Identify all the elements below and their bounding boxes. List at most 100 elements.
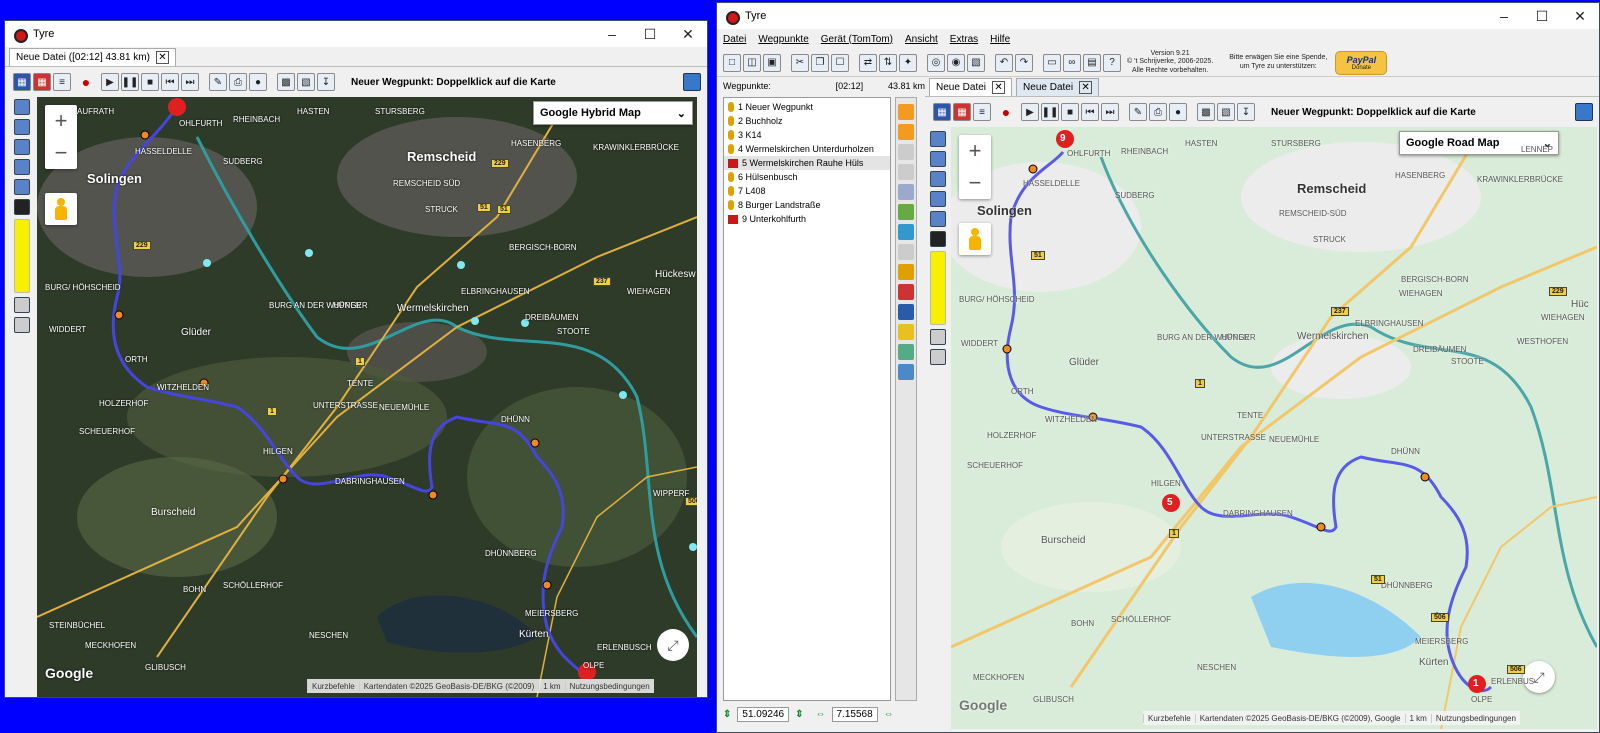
info-icon[interactable] xyxy=(14,297,30,313)
download-icon[interactable]: ↧ xyxy=(317,73,335,91)
play-icon[interactable]: ▶ xyxy=(101,73,119,91)
close-button[interactable]: ✕ xyxy=(1561,3,1599,29)
calculator-red-icon[interactable]: ▦ xyxy=(953,103,971,121)
comment-icon[interactable] xyxy=(930,151,946,167)
motorbike-icon[interactable]: ● xyxy=(993,103,1019,121)
motorbike-icon[interactable]: ● xyxy=(73,73,99,91)
waypoint-pin-icon[interactable]: ● xyxy=(249,73,267,91)
panel-icon[interactable]: ▤ xyxy=(1083,53,1101,72)
menu-wegpunkte[interactable]: Wegpunkte xyxy=(752,34,814,45)
maximize-button[interactable]: ☐ xyxy=(631,21,669,47)
menu-extras[interactable]: Extras xyxy=(944,34,984,45)
map-tool-icon[interactable] xyxy=(930,131,946,147)
pushpin-icon[interactable]: ✦ xyxy=(899,53,917,72)
paste-icon[interactable]: ☐ xyxy=(831,53,849,72)
open-folder-icon[interactable]: ◫ xyxy=(743,53,761,72)
tab-close-icon[interactable]: ✕ xyxy=(1079,81,1093,94)
play-icon[interactable]: ▶ xyxy=(1021,103,1039,121)
maximize-button[interactable]: ☐ xyxy=(1523,3,1561,29)
person-icon[interactable] xyxy=(898,324,914,340)
flag-tool-icon[interactable] xyxy=(898,284,914,300)
fullscreen-button[interactable]: ⤢ xyxy=(657,629,689,661)
calculator-red-icon[interactable]: ▦ xyxy=(33,73,51,91)
lat-stepper-icon-2[interactable]: ⇕ xyxy=(795,709,803,720)
waypoint-row[interactable]: 1 Neuer Wegpunkt xyxy=(724,100,890,114)
tab-neue-datei[interactable]: Neue Datei ([02:12] 43.81 km) ✕ xyxy=(9,48,176,66)
minimize-button[interactable]: – xyxy=(1485,3,1523,29)
longitude-field[interactable]: 7.15568 xyxy=(831,707,878,722)
layers-icon[interactable]: ▧ xyxy=(297,73,315,91)
close-button[interactable]: ✕ xyxy=(669,21,707,47)
settings-icon[interactable] xyxy=(14,317,30,333)
waypoint-row[interactable]: 5 Wermelskirchen Rauhe Hüls xyxy=(724,156,890,170)
search-icon[interactable] xyxy=(930,251,946,325)
menu-hilfe[interactable]: Hilfe xyxy=(984,34,1016,45)
map-color-icon[interactable]: ▩ xyxy=(277,73,295,91)
skip-back-icon[interactable]: ⏮ xyxy=(1081,103,1099,121)
menu-datei[interactable]: Datei xyxy=(717,34,752,45)
waypoint-row[interactable]: 8 Burger Landstraße xyxy=(724,198,890,212)
sync-icon[interactable] xyxy=(1575,103,1593,121)
tab-neue-datei-2[interactable]: Neue Datei ✕ xyxy=(1016,78,1100,96)
menu-geraet[interactable]: Gerät (TomTom) xyxy=(815,34,899,45)
pause-icon[interactable]: ❚❚ xyxy=(121,73,139,91)
paypal-donate-button[interactable]: PayPal Donate xyxy=(1335,50,1388,75)
lat-stepper-icon[interactable]: ⇕ xyxy=(723,709,731,720)
map-type-select[interactable]: Google Hybrid Map ⌄ xyxy=(533,101,693,125)
save-icon[interactable]: ▣ xyxy=(763,53,781,72)
zoom-out-button[interactable]: − xyxy=(45,137,77,169)
download-icon[interactable]: ↧ xyxy=(1237,103,1255,121)
stop-icon[interactable]: ■ xyxy=(141,73,159,91)
earth-icon[interactable]: ◉ xyxy=(947,53,965,72)
street-view-pegman[interactable] xyxy=(959,223,991,255)
hybrid-map[interactable]: + − Google Hybrid Map ⌄ ⤢ Google Kurzbef… xyxy=(37,97,697,697)
tab-close-icon[interactable]: ✕ xyxy=(992,81,1006,94)
edit-icon[interactable]: ✎ xyxy=(209,73,227,91)
picture-icon[interactable] xyxy=(898,364,914,380)
tab-neue-datei-1[interactable]: Neue Datei ✕ xyxy=(929,78,1013,96)
map-tool-icon[interactable] xyxy=(14,99,30,115)
split-icon[interactable] xyxy=(898,144,914,160)
merge-icon[interactable]: ⇅ xyxy=(879,53,897,72)
list-icon[interactable]: ≡ xyxy=(53,73,71,91)
waypoint-row[interactable]: 2 Buchholz xyxy=(724,114,890,128)
export-icon[interactable] xyxy=(898,344,914,360)
undo-icon[interactable]: ↶ xyxy=(995,53,1013,72)
lon-stepper-icon-2[interactable]: ⇔ xyxy=(884,709,894,720)
reverse-icon[interactable]: ⇄ xyxy=(859,53,877,72)
waypoint-row[interactable]: 3 K14 xyxy=(724,128,890,142)
tab-close-icon[interactable]: ✕ xyxy=(155,51,169,64)
pin-tool-icon[interactable] xyxy=(898,264,914,280)
speaker-icon[interactable] xyxy=(898,244,914,260)
move-down-icon[interactable] xyxy=(898,124,914,140)
star-icon[interactable] xyxy=(898,204,914,220)
sync-icon[interactable] xyxy=(683,73,701,91)
move-up-icon[interactable] xyxy=(898,104,914,120)
globe-icon[interactable]: ◎ xyxy=(927,53,945,72)
device-icon[interactable]: ▧ xyxy=(967,53,985,72)
menu-ansicht[interactable]: Ansicht xyxy=(899,34,944,45)
document-icon[interactable] xyxy=(898,184,914,200)
route-icon[interactable] xyxy=(930,191,946,207)
zoom-in-button[interactable]: + xyxy=(45,105,77,137)
footer-terms[interactable]: Nutzungsbedingungen xyxy=(564,681,654,691)
print-icon[interactable]: ⎙ xyxy=(1149,103,1167,121)
road-icon[interactable] xyxy=(898,304,914,320)
font-icon[interactable] xyxy=(14,199,30,215)
minimize-button[interactable]: – xyxy=(593,21,631,47)
waypoint-pin-icon[interactable]: ● xyxy=(1169,103,1187,121)
comment-icon[interactable] xyxy=(14,119,30,135)
skip-forward-icon[interactable]: ⏭ xyxy=(1101,103,1119,121)
binoculars-icon[interactable]: ∞ xyxy=(1063,53,1081,72)
waypoint-list[interactable]: 1 Neuer Wegpunkt 2 Buchholz 3 K14 4 Werm… xyxy=(723,97,891,701)
window-icon[interactable]: ▭ xyxy=(1043,53,1061,72)
footer-terms[interactable]: Nutzungsbedingungen xyxy=(1430,713,1520,723)
waypoint-row[interactable]: 7 L408 xyxy=(724,184,890,198)
edit-icon[interactable]: ✎ xyxy=(1129,103,1147,121)
latitude-field[interactable]: 51.09246 xyxy=(737,707,790,722)
road-map[interactable]: 9 5 1 + − Google Road Map ⌄ ⤢ Google Kur… xyxy=(951,127,1597,729)
street-view-pegman[interactable] xyxy=(45,193,77,225)
copy-icon[interactable]: ❐ xyxy=(811,53,829,72)
calculator-icon[interactable]: ▦ xyxy=(933,103,951,121)
search-icon[interactable] xyxy=(14,219,30,293)
